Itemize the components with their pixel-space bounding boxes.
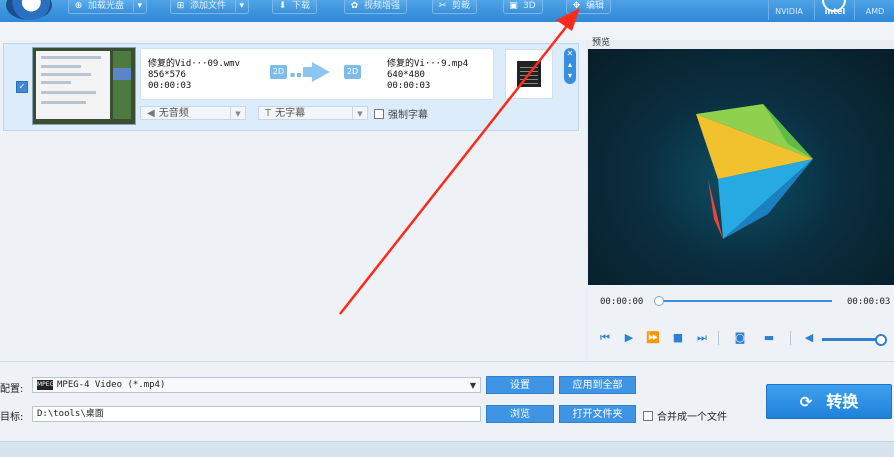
source-filename: 修复的Vid···09.wmv (148, 59, 241, 69)
audio-dropdown[interactable]: ◀ 无音频 ▼ (140, 106, 246, 120)
subtitle-dropdown[interactable]: T 无字幕 ▼ (258, 106, 368, 120)
hw-amd[interactable]: AMD (854, 0, 894, 20)
target-label: 目标: (0, 412, 24, 423)
edit-button[interactable]: ✥ 编辑 (566, 0, 612, 14)
text-icon: T (265, 108, 272, 119)
conversion-arrow-icon (312, 62, 330, 82)
item-checkbox[interactable]: ✓ (16, 81, 28, 93)
camera-icon[interactable]: ◙ (733, 331, 747, 345)
status-bar (0, 441, 894, 457)
thumb-sidebar (113, 51, 131, 119)
prev-icon[interactable]: ⏮ (598, 331, 612, 345)
thumb-line (41, 101, 86, 104)
source-resolution: 856*576 (148, 70, 186, 80)
divider (790, 331, 791, 345)
thumb-line (41, 65, 81, 68)
video-preview (588, 49, 894, 285)
force-subtitle-checkbox[interactable]: 强制字幕 (374, 106, 428, 121)
preview-label: 预览 (592, 38, 611, 48)
divider (718, 331, 719, 345)
source-duration: 00:00:03 (148, 81, 192, 91)
convert-button[interactable]: ⟳ 转换 (766, 384, 892, 419)
bottom-panel (0, 361, 894, 442)
browse-button[interactable]: 浏览 (486, 405, 554, 423)
output-resolution: 640*480 (387, 70, 425, 80)
profile-dropdown[interactable]: MPEG MPEG-4 Video (*.mp4) ▼ (32, 377, 481, 393)
load-disc-button[interactable]: ⊕ 加载光盘 (68, 0, 148, 14)
input-2d-badge: 2D (270, 65, 287, 79)
film-icon (517, 61, 541, 87)
fast-forward-icon[interactable]: ⏩ (646, 331, 660, 345)
edit-icon: ✥ (572, 1, 581, 11)
crop-button[interactable]: ✂ 剪裁 (432, 0, 478, 14)
output-duration: 00:00:03 (387, 81, 431, 91)
volume-slider[interactable] (822, 338, 878, 341)
total-time: 00:00:03 (847, 297, 891, 307)
video-thumbnail[interactable] (32, 47, 136, 125)
3d-icon: ▣ (509, 1, 518, 11)
toolbar-shadow-strip (0, 22, 894, 40)
mpeg-icon: MPEG (37, 380, 55, 390)
profile-label: 配置: (0, 384, 24, 395)
current-time: 00:00:00 (600, 297, 644, 307)
item-scroll-control[interactable]: ✕ ▴ ▾ (564, 48, 576, 84)
output-filename: 修复的Vi···9.mp4 (387, 59, 469, 69)
checkbox-box (643, 411, 653, 421)
download-icon: ⬇ (278, 1, 287, 11)
chevron-down-icon: ▼ (352, 107, 367, 119)
hw-nvidia[interactable]: NVIDIA (768, 0, 809, 20)
volume-handle[interactable] (875, 334, 887, 346)
merge-checkbox[interactable]: 合并成一个文件 (643, 408, 727, 423)
thumb-line (41, 73, 91, 76)
seek-handle[interactable] (654, 296, 664, 306)
output-2d-badge: 2D (344, 65, 361, 79)
disc-add-icon: ⊕ (74, 1, 83, 11)
settings-button[interactable]: 设置 (486, 376, 554, 394)
app-logo (6, 0, 52, 20)
target-path-input[interactable]: D:\tools\桌面 (32, 406, 481, 422)
chevron-down-icon: ▼ (230, 107, 245, 119)
apply-all-button[interactable]: 应用到全部 (559, 376, 636, 394)
play-icon[interactable]: ▶ (622, 331, 636, 345)
open-folder-button[interactable]: 打开文件夹 (559, 405, 636, 423)
chevron-down-icon: ▼ (469, 381, 476, 390)
profile-value: MPEG-4 Video (*.mp4) (57, 380, 166, 390)
next-icon[interactable]: ⏭ (695, 331, 709, 345)
thumb-line (41, 56, 101, 59)
refresh-icon: ⟳ (799, 393, 813, 411)
volume-icon[interactable]: ◀ (802, 331, 816, 345)
add-file-button[interactable]: ⊞ 添加文件 (170, 0, 250, 14)
thumb-line (41, 91, 96, 94)
play-logo-icon (696, 104, 813, 239)
download-button[interactable]: ⬇ 下载 (272, 0, 318, 14)
scissors-icon: ✂ (438, 1, 447, 11)
thumb-line (41, 81, 71, 84)
checkbox-box (374, 109, 384, 119)
file-add-icon: ⊞ (176, 1, 185, 11)
thumb-sidebar-highlight (113, 68, 131, 80)
seek-bar[interactable] (658, 300, 832, 302)
stop-icon[interactable]: ■ (671, 331, 685, 345)
enhance-icon: ✿ (350, 1, 359, 11)
video-enhance-button[interactable]: ✿ 视频增强 (344, 0, 408, 14)
speaker-icon: ◀ (147, 108, 155, 119)
3d-button[interactable]: ▣ 3D (503, 0, 543, 14)
toolbar: ⊕加载光盘 ⊞添加文件 ⬇下载 ✿视频增强 ✂剪裁 ▣3D ✥编辑 NVIDIA… (0, 0, 894, 22)
output-format-button[interactable] (505, 49, 553, 99)
thumbnail-screen (36, 51, 110, 119)
folder-icon[interactable]: ▬ (762, 331, 776, 345)
